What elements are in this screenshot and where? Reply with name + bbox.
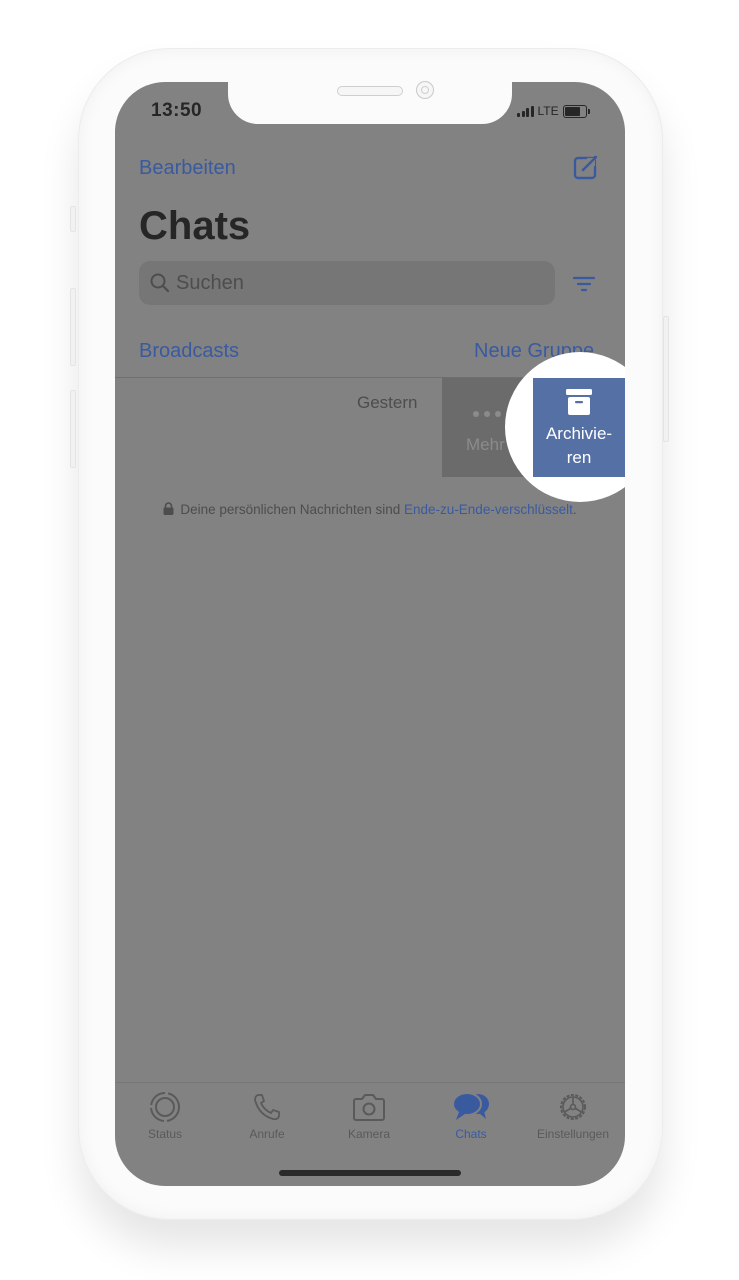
search-placeholder: Suchen [176, 271, 244, 294]
notch [228, 70, 512, 124]
edit-button[interactable]: Bearbeiten [139, 157, 236, 180]
page-title: Chats [139, 204, 251, 248]
status-icon [150, 1092, 180, 1122]
phone-icon [254, 1094, 280, 1121]
archive-label-line1: Archivie- [545, 424, 613, 443]
front-camera [416, 81, 434, 99]
tab-status[interactable]: Status [115, 1090, 215, 1141]
chats-icon [452, 1092, 489, 1120]
tab-label: Anrufe [249, 1127, 285, 1141]
search-input[interactable]: Suchen [139, 261, 555, 305]
filter-icon[interactable] [572, 276, 596, 292]
speaker [337, 86, 403, 96]
lock-icon [163, 502, 174, 515]
encryption-text: Deine persönlichen Nachrichten sind [180, 502, 405, 517]
volume-down-button [70, 390, 76, 468]
more-dots-icon [473, 411, 501, 417]
search-icon [150, 273, 170, 293]
tab-settings[interactable]: Einstellungen [523, 1090, 623, 1141]
archive-action-label: Archivie- ren [533, 422, 625, 470]
power-button [663, 316, 669, 442]
compose-icon[interactable] [573, 154, 599, 180]
encryption-notice: Deine persönlichen Nachrichten sind Ende… [150, 500, 590, 520]
settings-icon [560, 1094, 586, 1120]
archive-box-icon [566, 389, 592, 415]
mute-switch [70, 206, 76, 232]
tab-label: Kamera [347, 1127, 391, 1141]
tab-label: Einstellungen [536, 1127, 610, 1141]
encryption-link[interactable]: Ende-zu-Ende-verschlüsselt [404, 502, 573, 517]
home-indicator[interactable] [279, 1170, 461, 1176]
chat-timestamp: Gestern [357, 393, 418, 412]
encryption-suffix: . [572, 502, 577, 517]
tab-label: Chats [455, 1127, 487, 1141]
more-action-label: Mehr [466, 435, 505, 454]
status-time: 13:50 [151, 100, 203, 121]
tab-calls[interactable]: Anrufe [217, 1090, 317, 1141]
tab-chats[interactable]: Chats [421, 1090, 521, 1141]
broadcasts-link[interactable]: Broadcasts [139, 340, 239, 363]
archive-label-line2: ren [566, 448, 592, 467]
tab-label: Status [147, 1127, 183, 1141]
tab-bar-divider [115, 1082, 625, 1083]
camera-icon [353, 1094, 385, 1121]
archive-action-button[interactable]: Archivie- ren [533, 378, 625, 477]
status-indicators: LTE [517, 104, 590, 118]
volume-up-button [70, 288, 76, 366]
network-type: LTE [537, 104, 559, 118]
tab-camera[interactable]: Kamera [319, 1090, 419, 1141]
battery-icon [562, 104, 590, 118]
signal-icon [517, 105, 534, 117]
